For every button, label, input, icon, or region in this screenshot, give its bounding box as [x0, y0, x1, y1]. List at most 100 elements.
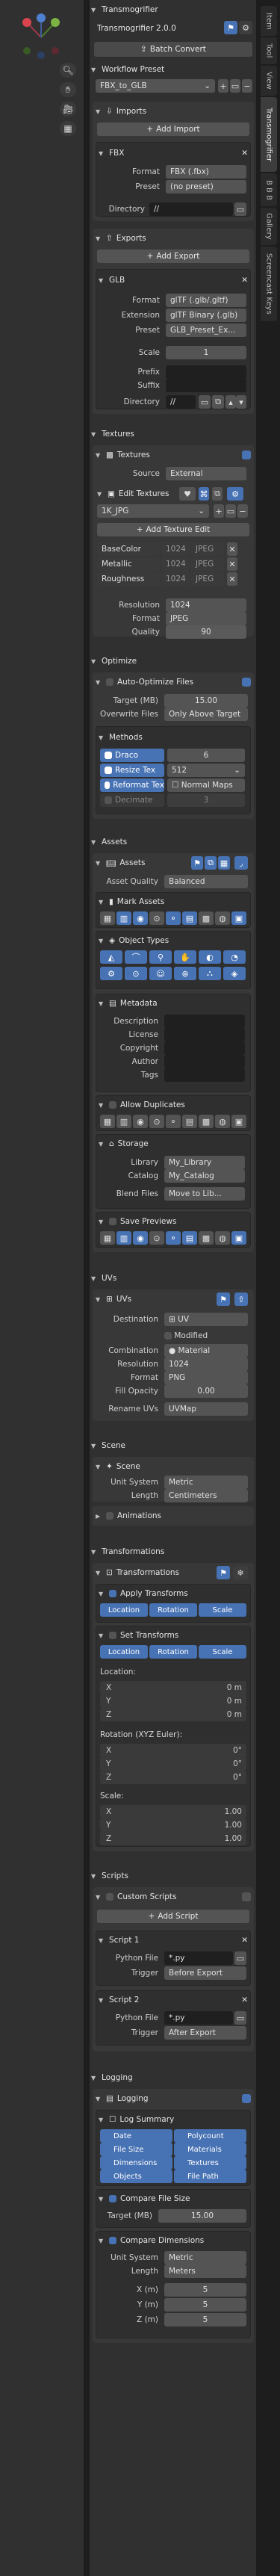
metadata-field[interactable] — [164, 1015, 245, 1028]
export-scale-field[interactable]: 1 — [166, 346, 246, 359]
auto-optimize-header[interactable]: ▼ Auto-Optimize Files — [96, 674, 251, 690]
tab-gallery[interactable]: Gallery — [261, 208, 277, 245]
draco-level-field[interactable]: 6 — [167, 749, 245, 762]
preview-type-icon[interactable]: ▣ — [231, 1231, 246, 1245]
tab-item[interactable]: Item — [261, 6, 277, 36]
copy-icon[interactable]: ⧉ — [212, 395, 224, 409]
preview-type-icon[interactable]: ▦ — [100, 1231, 115, 1245]
duplicate-type-icon[interactable]: ◉ — [133, 1115, 148, 1128]
batch-convert-button[interactable]: ⇪ Batch Convert — [94, 42, 252, 57]
texture-resolution-field[interactable]: 1024 — [166, 598, 246, 612]
settings-icon[interactable]: ⚙ — [227, 487, 243, 501]
preview-type-icon[interactable]: ▤ — [182, 1231, 197, 1245]
texture-map-format[interactable]: JPEG — [191, 572, 224, 586]
textures-section-header[interactable]: ▼ Textures — [91, 426, 255, 442]
navigation-gizmo[interactable] — [16, 12, 66, 60]
log-summary-toggle[interactable]: Objects — [100, 2170, 172, 2183]
export-prefix-field[interactable] — [166, 365, 246, 379]
chevron-down-icon[interactable]: ▾ — [236, 395, 246, 409]
transform-flag-icon[interactable]: ⚑ — [217, 1566, 230, 1579]
copy-icon[interactable]: ⧉ — [212, 487, 223, 501]
preview-type-icon[interactable]: ◉ — [133, 1231, 148, 1245]
catalog-field[interactable]: My_Catalog — [164, 1169, 245, 1183]
scripts-section-header[interactable]: ▼ Scripts — [91, 1868, 255, 1884]
texture-list-field[interactable]: 1K_JPG ⌄ — [97, 504, 209, 518]
mark-asset-type-icon[interactable]: ▣ — [231, 911, 246, 925]
asset-grid-icon[interactable]: ▦ — [218, 856, 230, 870]
metadata-header[interactable]: ▼ ▤ Metadata — [99, 995, 262, 1012]
texture-map-format[interactable]: JPEG — [191, 557, 224, 571]
textures-enable-checkbox[interactable] — [242, 451, 251, 459]
logging-checkbox[interactable] — [242, 2094, 251, 2103]
duplicate-type-icon[interactable]: ▤ — [182, 1115, 197, 1128]
flag-icon[interactable]: ⚑ — [224, 21, 237, 34]
custom-scripts-checkbox[interactable] — [242, 1892, 251, 1901]
scene-section-header[interactable]: ▼ Scene — [91, 1437, 255, 1454]
save-previews-header[interactable]: ▼ Save Previews — [99, 1213, 262, 1230]
texture-source-field[interactable]: External — [166, 467, 246, 480]
asset-copy-icon[interactable]: ⧉ — [205, 856, 217, 870]
object-type-icon[interactable]: ⚲ — [149, 950, 172, 964]
folder-icon[interactable]: ▭ — [230, 79, 240, 93]
preview-type-icon[interactable]: ⊙ — [149, 1231, 164, 1245]
script-header[interactable]: ▼ Script 2 ✕ — [99, 1992, 248, 2008]
dim-field[interactable]: 5 — [164, 2283, 246, 2297]
asset-curve-icon[interactable]: ◞ — [234, 856, 248, 870]
duplicate-type-icon[interactable]: ◍ — [215, 1115, 230, 1128]
uv-flag-icon[interactable]: ⚑ — [217, 1292, 230, 1306]
tab-view[interactable]: View — [261, 66, 277, 96]
python-file-field[interactable]: *.py — [164, 1951, 233, 1965]
uvs-section-header[interactable]: ▼ UVs — [91, 1270, 255, 1287]
add-import-button[interactable]: + Add Import — [97, 123, 249, 136]
logging-section-header[interactable]: ▼ Logging — [91, 2069, 255, 2086]
tab-bbb[interactable]: B B B — [261, 173, 277, 206]
library-field[interactable]: My_Library — [164, 1156, 245, 1169]
texture-map-size[interactable]: 1024 — [161, 542, 190, 556]
preview-type-icon[interactable]: ◍ — [215, 1231, 230, 1245]
folder-icon[interactable]: ▭ — [225, 504, 236, 518]
assets-header[interactable]: ▼ 📖︎ Assets — [96, 855, 185, 871]
texture-map-name[interactable]: BaseColor — [97, 542, 160, 556]
preview-type-icon[interactable]: ⚬ — [166, 1231, 181, 1245]
log-summary-toggle[interactable]: Dimensions — [100, 2156, 172, 2170]
import-preset-field[interactable]: (no preset) — [166, 180, 246, 193]
magnify-icon[interactable]: 🔍︎ — [60, 63, 76, 78]
heart-icon[interactable]: ♥ — [179, 487, 196, 501]
object-type-icon[interactable]: ⚙ — [100, 967, 122, 980]
apply-location-toggle[interactable]: Location — [100, 1603, 148, 1617]
chevron-up-icon[interactable]: ▴ — [225, 395, 236, 409]
duplicate-type-icon[interactable]: ⚬ — [166, 1115, 181, 1128]
mark-asset-type-icon[interactable]: ▥ — [116, 911, 131, 925]
mark-asset-type-icon[interactable]: ▦ — [100, 911, 115, 925]
export-directory-field[interactable]: // — [166, 395, 196, 409]
close-icon[interactable]: ✕ — [241, 1996, 248, 2004]
combination-field[interactable]: ● Material — [164, 1344, 248, 1357]
gear-icon[interactable]: ⚙ — [239, 21, 252, 34]
log-summary-toggle[interactable]: File Size — [100, 2143, 172, 2156]
log-summary-toggle[interactable]: Materials — [174, 2143, 246, 2156]
resize-tex-toggle[interactable]: Resize Tex — [100, 764, 164, 777]
close-icon[interactable]: ✕ — [241, 1936, 248, 1945]
decimate-toggle[interactable]: Decimate — [100, 793, 164, 807]
object-type-icon[interactable]: ☺ — [149, 967, 172, 980]
uv-format-field[interactable]: PNG — [164, 1371, 248, 1384]
dim-field[interactable]: 5 — [164, 2298, 246, 2312]
asset-flag-icon[interactable]: ⚑ — [191, 856, 203, 870]
duplicate-type-icon[interactable]: ▩ — [199, 1115, 214, 1128]
import-directory-field[interactable]: // — [149, 202, 233, 216]
overwrite-files-field[interactable]: Only Above Target — [164, 708, 248, 721]
modified-checkbox[interactable]: Modified — [164, 1331, 208, 1340]
duplicate-type-icon[interactable]: ▣ — [231, 1115, 246, 1128]
close-icon[interactable]: ✕ — [227, 572, 237, 586]
apply-rotation-toggle[interactable]: Rotation — [149, 1603, 197, 1617]
texture-format-field[interactable]: JPEG — [166, 612, 246, 625]
link-icon[interactable]: ⌘ — [199, 487, 209, 501]
folder-icon[interactable]: ▭ — [234, 202, 246, 216]
tab-tool[interactable]: Tool — [261, 37, 277, 64]
duplicate-type-icon[interactable]: ▦ — [100, 1115, 115, 1128]
rename-uvs-field[interactable]: UVMap — [164, 1402, 248, 1416]
export-preset-field[interactable]: GLB_Preset_Ex... — [166, 323, 246, 337]
metadata-field[interactable] — [164, 1055, 245, 1068]
script-header[interactable]: ▼ Script 1 ✕ — [99, 1932, 248, 1948]
add-script-button[interactable]: + Add Script — [97, 1910, 249, 1923]
